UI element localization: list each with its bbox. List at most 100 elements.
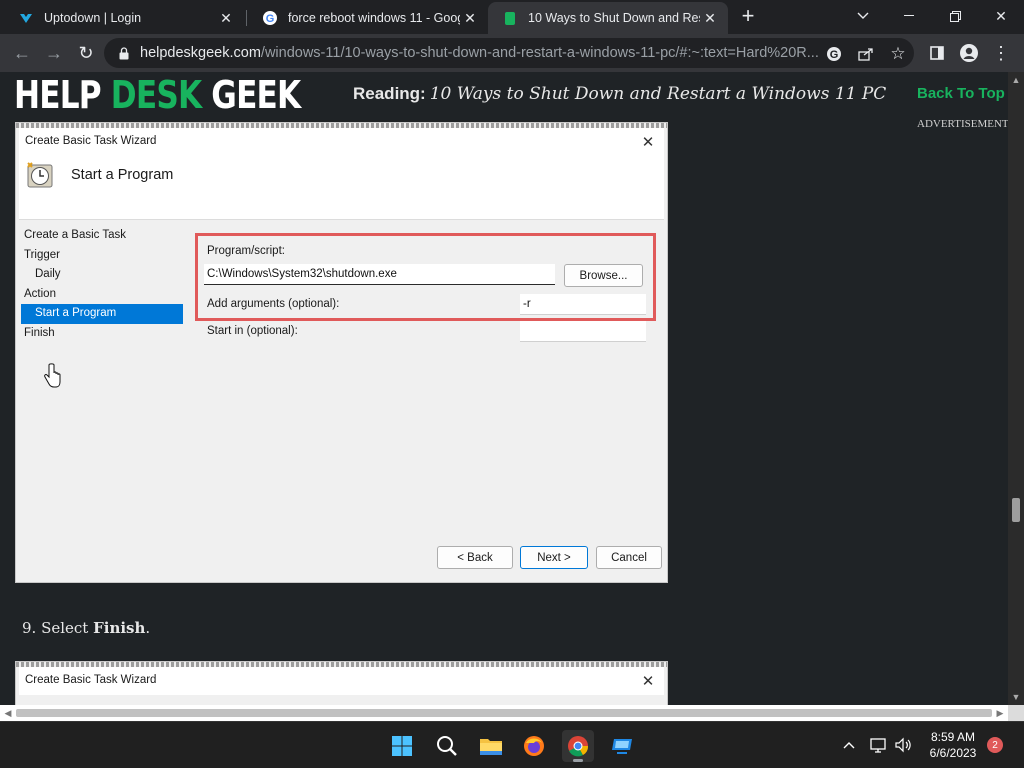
browser-tab-strip: Uptodown | Login ✕ G force reboot window… [0, 0, 1024, 34]
tray-overflow-chevron-icon[interactable] [839, 734, 859, 756]
vertical-scroll-thumb[interactable] [1012, 498, 1020, 522]
browser-toolbar: ← → ↻ helpdeskgeek.com/windows-11/10-way… [0, 34, 1024, 72]
logo-geek: GEEK [201, 73, 301, 117]
chrome-menu-icon[interactable]: ⋮ [986, 38, 1016, 68]
minimize-icon[interactable] [886, 0, 932, 32]
clock-time: 8:59 AM [930, 730, 976, 744]
step-end: . [145, 619, 151, 637]
bookmark-star-icon[interactable]: ☆ [888, 44, 908, 64]
add-arguments-input[interactable]: -r [520, 294, 646, 315]
site-header: HELP DESK GEEK Reading: 10 Ways to Shut D… [0, 72, 1008, 118]
program-script-input[interactable]: C:\Windows\System32\shutdown.exe [204, 264, 555, 285]
task-clock-icon [25, 160, 55, 190]
clock-date: 6/6/2023 [929, 746, 977, 760]
step-bold: Finish [93, 619, 146, 637]
cancel-button[interactable]: Cancel [596, 546, 662, 569]
share-icon[interactable] [856, 44, 876, 64]
close-tab-icon[interactable]: ✕ [700, 8, 720, 28]
reading-label: Reading: [353, 84, 426, 103]
create-basic-task-wizard-2: Create Basic Task Wizard ✕ [19, 667, 664, 705]
advertisement-label: ADVERTISEMENT [917, 118, 1008, 130]
wizard-titlebar: Create Basic Task Wizard ✕ [19, 667, 664, 695]
close-tab-icon[interactable]: ✕ [216, 8, 236, 28]
scroll-right-arrow-icon[interactable]: ▶ [992, 705, 1008, 721]
url-text: helpdeskgeek.com/windows-11/10-ways-to-s… [140, 45, 820, 61]
forward-arrow-icon[interactable]: → [39, 38, 69, 68]
url-host: helpdeskgeek.com [140, 45, 261, 61]
remote-desktop-icon[interactable] [606, 730, 638, 762]
back-button[interactable]: < Back [437, 546, 513, 569]
tab-search-chevron-icon[interactable] [840, 0, 886, 32]
helpdeskgeek-favicon-icon [502, 10, 518, 26]
add-arguments-label: Add arguments (optional): [207, 298, 340, 310]
logo-desk: DESK [110, 73, 202, 117]
windows-taskbar: 8:59 AM 6/6/2023 2 [0, 721, 1024, 768]
step-action[interactable]: Action [19, 285, 189, 305]
restore-icon[interactable] [932, 0, 978, 32]
wizard-header-title: Start a Program [71, 167, 174, 183]
article-step-text: 9. Select Finish. [22, 619, 150, 637]
step-trigger[interactable]: Trigger [19, 246, 189, 266]
search-icon[interactable] [431, 730, 463, 762]
start-in-input[interactable] [520, 321, 646, 342]
step-daily[interactable]: Daily [19, 265, 189, 285]
tab-title: 10 Ways to Shut Down and Resta [528, 11, 700, 25]
system-clock[interactable]: 8:59 AM 6/6/2023 [920, 729, 986, 761]
file-explorer-icon[interactable] [475, 730, 507, 762]
step-text: 9. Select [22, 619, 94, 637]
browse-button[interactable]: Browse... [564, 264, 643, 287]
next-button[interactable]: Next > [520, 546, 588, 569]
vertical-scrollbar[interactable]: ▲ ▼ [1008, 72, 1024, 705]
side-panel-icon[interactable] [922, 38, 952, 68]
volume-icon[interactable] [893, 734, 913, 756]
reading-title: 10 Ways to Shut Down and Restart a Windo… [429, 84, 887, 104]
step-finish[interactable]: Finish [19, 324, 189, 344]
svg-text:G: G [266, 13, 275, 25]
web-page: Create Basic Task Wizard ✕ Start a Progr… [0, 72, 1008, 705]
wizard-header: Start a Program [19, 156, 664, 220]
back-arrow-icon[interactable]: ← [7, 38, 37, 68]
scroll-left-arrow-icon[interactable]: ◀ [0, 705, 16, 721]
step-start-a-program[interactable]: Start a Program [21, 304, 183, 324]
horizontal-scrollbar[interactable]: ◀ ▶ [0, 705, 1008, 721]
horizontal-scroll-thumb[interactable] [16, 709, 992, 717]
tab-helpdeskgeek[interactable]: 10 Ways to Shut Down and Resta ✕ [488, 2, 728, 34]
uptodown-favicon-icon [18, 10, 34, 26]
scrollbar-corner [1008, 705, 1024, 721]
article-screenshot-wizard-2: Create Basic Task Wizard ✕ [15, 661, 668, 705]
scroll-up-arrow-icon[interactable]: ▲ [1008, 72, 1024, 88]
start-windows-icon[interactable] [386, 730, 418, 762]
back-to-top-link[interactable]: Back To Top [917, 85, 1005, 102]
close-tab-icon[interactable]: ✕ [460, 8, 480, 28]
address-bar[interactable]: helpdeskgeek.com/windows-11/10-ways-to-s… [104, 38, 914, 68]
tab-uptodown[interactable]: Uptodown | Login ✕ [4, 2, 244, 34]
step-create-basic-task[interactable]: Create a Basic Task [19, 226, 189, 246]
tab-google-search[interactable]: G force reboot windows 11 - Goog ✕ [248, 2, 488, 34]
firefox-icon[interactable] [518, 730, 550, 762]
notification-badge[interactable]: 2 [987, 737, 1003, 753]
help-desk-geek-logo[interactable]: HELP DESK GEEK [14, 73, 301, 117]
tab-title: Uptodown | Login [44, 11, 142, 25]
chrome-icon[interactable] [562, 730, 594, 762]
wizard-titlebar: Create Basic Task Wizard ✕ [19, 128, 664, 156]
network-icon[interactable] [869, 734, 889, 756]
lock-icon [116, 45, 132, 61]
close-window-icon[interactable]: ✕ [978, 0, 1024, 32]
tab-title: force reboot windows 11 - Goog [288, 11, 460, 25]
wizard-close-icon[interactable]: ✕ [638, 132, 658, 152]
scroll-down-arrow-icon[interactable]: ▼ [1008, 689, 1024, 705]
profile-avatar-icon[interactable] [954, 38, 984, 68]
active-app-indicator [573, 759, 583, 762]
wizard-title: Create Basic Task Wizard [25, 674, 157, 686]
mouse-hand-cursor-icon [43, 363, 61, 394]
url-path: /windows-11/10-ways-to-shut-down-and-res… [260, 45, 819, 61]
start-in-label: Start in (optional): [207, 325, 298, 337]
new-tab-button[interactable]: + [732, 0, 764, 32]
wizard-close-icon[interactable]: ✕ [638, 671, 658, 691]
google-lens-icon[interactable]: G [824, 44, 844, 64]
google-favicon-icon: G [262, 10, 278, 26]
logo-help: HELP [14, 73, 111, 117]
reading-indicator: Reading: 10 Ways to Shut Down and Restart… [353, 84, 886, 104]
svg-text:G: G [830, 49, 839, 61]
reload-icon[interactable]: ↻ [71, 38, 101, 68]
